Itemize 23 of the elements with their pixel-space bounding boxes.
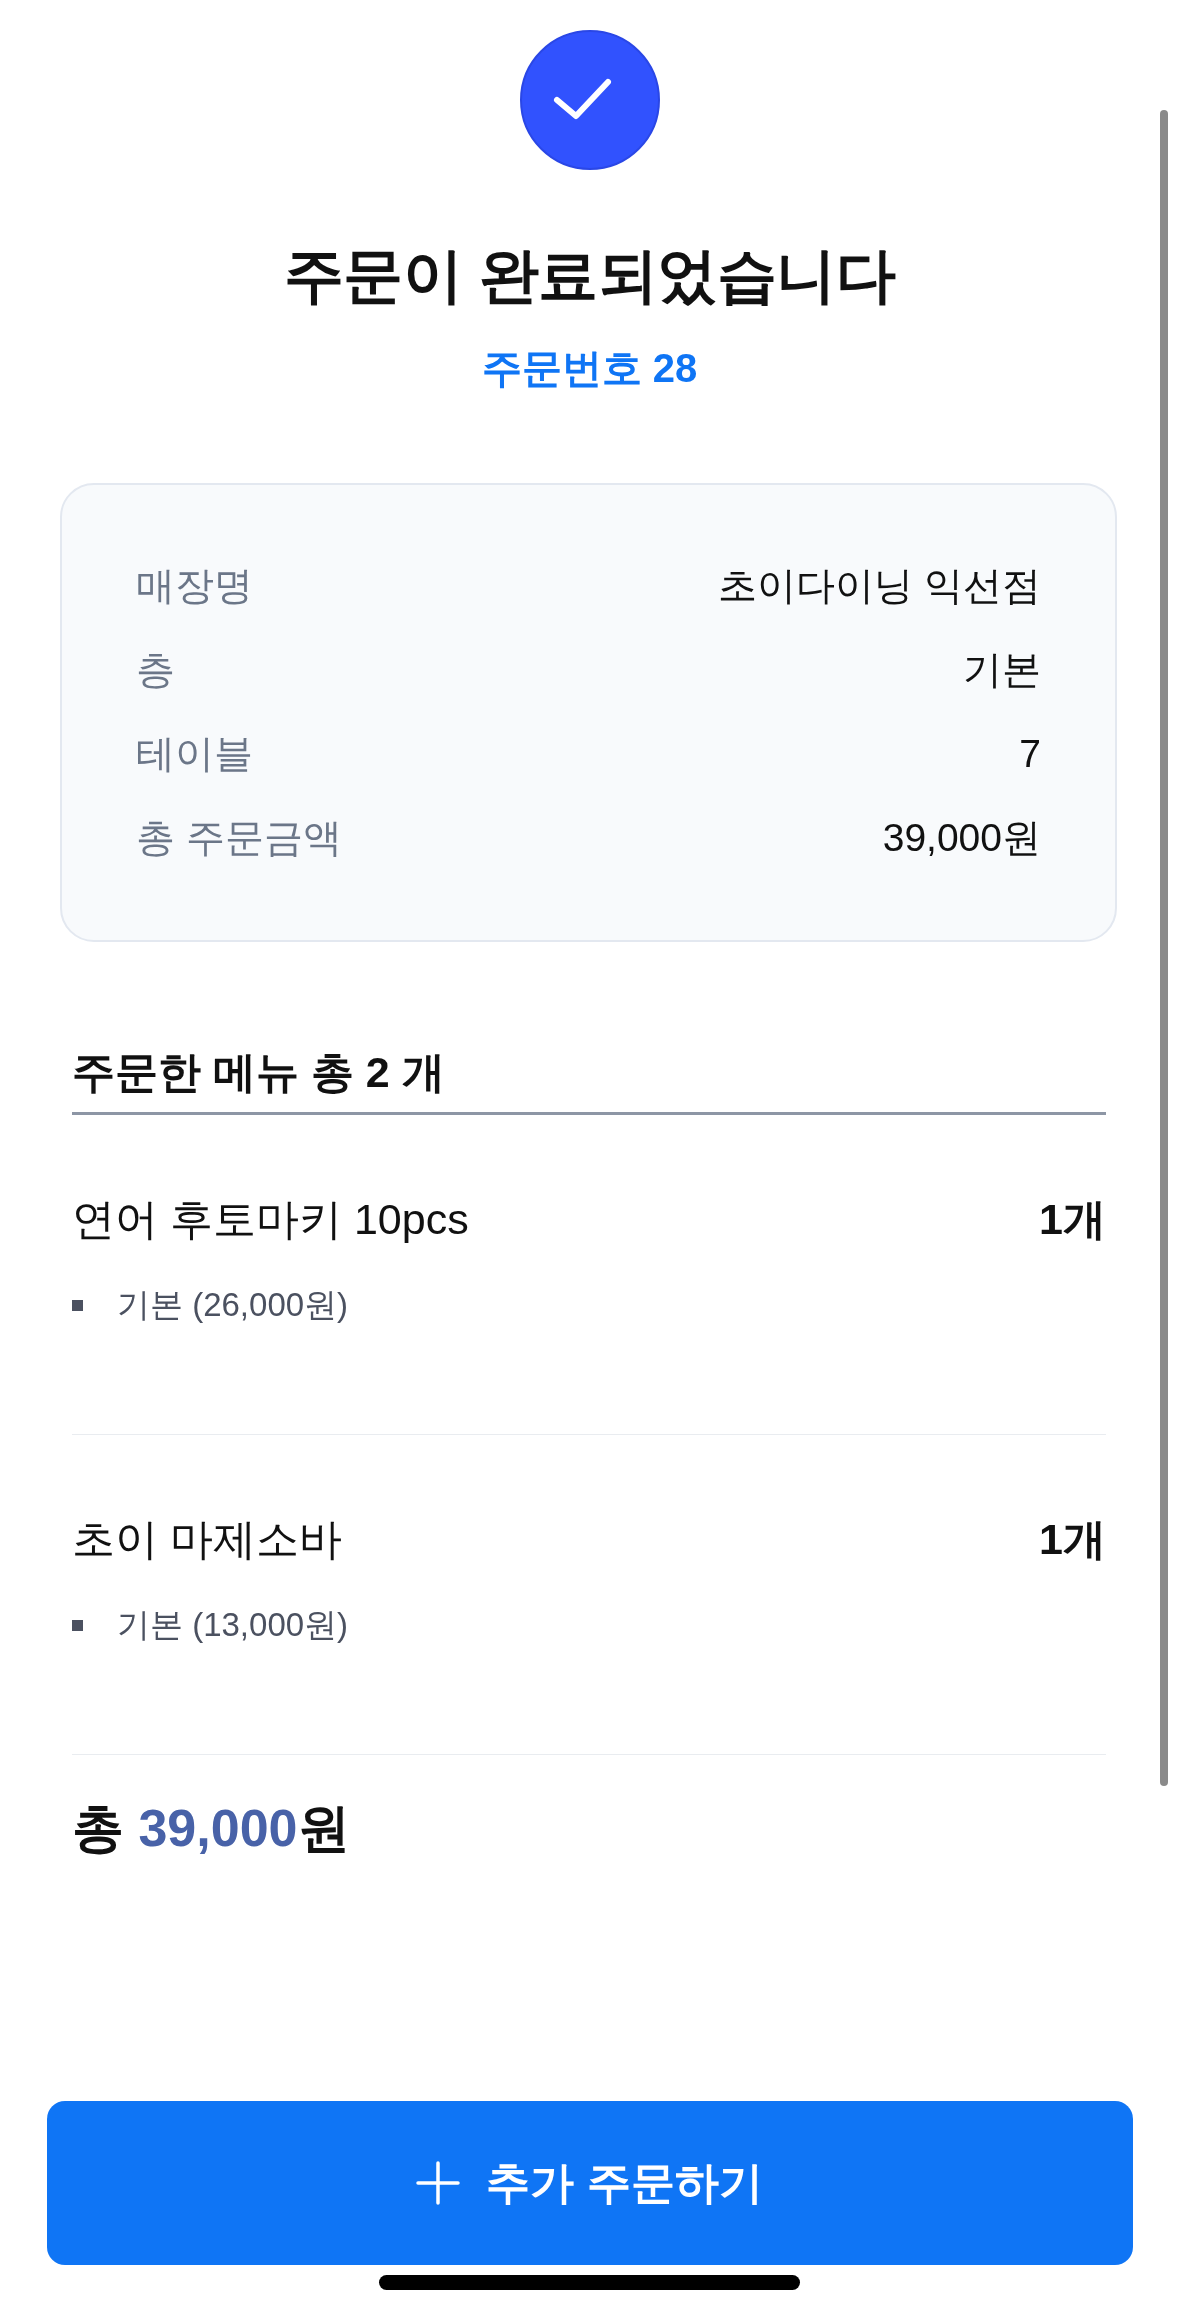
bullet-icon	[72, 1619, 83, 1631]
menu-item-option: 기본 (13,000원)	[117, 1604, 349, 1646]
menu-item-name: 초이 마제소바	[72, 1514, 342, 1565]
info-value: 초이다이닝 익선점	[718, 563, 1041, 609]
add-order-button[interactable]: 추가 주문하기	[46, 2101, 1133, 2265]
check-circle-icon	[519, 30, 660, 170]
order-total: 총 39,000원	[72, 1798, 350, 1859]
menu-item-quantity: 1개	[1039, 1194, 1106, 1245]
menu-item-option: 기본 (26,000원)	[117, 1284, 349, 1326]
order-number: 주문번호 28	[481, 345, 698, 392]
info-label: 테이블	[136, 731, 253, 777]
bullet-icon	[72, 1299, 83, 1311]
menu-item-name: 연어 후토마키 10pcs	[72, 1194, 469, 1245]
info-label: 매장명	[136, 563, 253, 609]
menu-item-quantity: 1개	[1039, 1514, 1106, 1565]
info-value: 기본	[963, 647, 1041, 693]
menu-section-heading: 주문한 메뉴 총 2 개	[72, 1047, 446, 1098]
order-complete-title: 주문이 완료되었습니다	[283, 241, 896, 311]
info-label: 총 주문금액	[136, 815, 342, 861]
plus-icon	[416, 2161, 461, 2205]
info-label: 층	[136, 647, 175, 693]
info-value: 39,000원	[882, 815, 1041, 861]
info-value: 7	[1019, 731, 1041, 777]
